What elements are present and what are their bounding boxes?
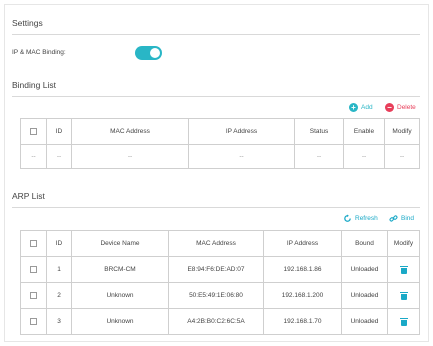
toggle-knob bbox=[150, 48, 160, 58]
delete-button[interactable]: − Delete bbox=[385, 103, 416, 112]
add-label: Add bbox=[361, 104, 373, 111]
header-id: ID bbox=[46, 230, 72, 257]
cell-id: 1 bbox=[46, 256, 72, 283]
empty-cell: -- bbox=[46, 144, 72, 169]
row-select-cell bbox=[20, 308, 47, 335]
link-icon bbox=[389, 215, 398, 222]
empty-cell: -- bbox=[20, 144, 47, 169]
row-select-cell bbox=[20, 256, 47, 283]
select-all-checkbox[interactable] bbox=[30, 239, 37, 247]
modify-cell bbox=[387, 308, 420, 335]
plus-circle-icon: + bbox=[349, 103, 358, 112]
cell-id: 2 bbox=[46, 282, 72, 309]
cell-mac-address: E8:94:F6:DE:AD:07 bbox=[168, 256, 264, 283]
ip-mac-binding-label: IP & MAC Binding: bbox=[12, 49, 66, 56]
settings-title: Settings bbox=[12, 18, 43, 28]
binding-list-header: ID MAC Address IP Address Status Enable … bbox=[20, 118, 420, 145]
settings-divider bbox=[12, 34, 420, 35]
cell-mac-address: 50:E5:49:1E:06:80 bbox=[168, 282, 264, 309]
row-select-cell bbox=[20, 282, 47, 309]
header-modify: Modify bbox=[387, 230, 420, 257]
trash-icon[interactable] bbox=[399, 265, 408, 274]
ip-mac-binding-toggle[interactable] bbox=[135, 46, 162, 60]
refresh-icon bbox=[344, 214, 351, 222]
header-ip-address: IP Address bbox=[263, 230, 342, 257]
cell-bound: Unloaded bbox=[341, 256, 388, 283]
cell-id: 3 bbox=[46, 308, 72, 335]
table-row: 2 Unknown 50:E5:49:1E:06:80 192.168.1.20… bbox=[20, 282, 420, 309]
table-row: 3 Unknown A4:2B:B0:C2:6C:5A 192.168.1.70… bbox=[20, 308, 420, 335]
table-row: 1 BRCM-CM E8:94:F6:DE:AD:07 192.168.1.86… bbox=[20, 256, 420, 283]
table-row: -- -- -- -- -- -- -- bbox=[20, 144, 420, 169]
refresh-button[interactable]: Refresh bbox=[343, 214, 378, 223]
cell-device-name: Unknown bbox=[71, 282, 169, 309]
select-all-cell bbox=[20, 118, 47, 145]
header-status: Status bbox=[294, 118, 344, 145]
binding-list-title: Binding List bbox=[12, 80, 56, 90]
header-device-name: Device Name bbox=[71, 230, 169, 257]
trash-icon[interactable] bbox=[399, 317, 408, 326]
arp-list-table: ID Device Name MAC Address IP Address Bo… bbox=[20, 230, 420, 335]
header-mac-address: MAC Address bbox=[168, 230, 264, 257]
delete-label: Delete bbox=[397, 104, 416, 111]
modify-cell bbox=[387, 282, 420, 309]
row-checkbox[interactable] bbox=[30, 317, 37, 325]
bind-button[interactable]: Bind bbox=[389, 214, 414, 223]
arp-list-header: ID Device Name MAC Address IP Address Bo… bbox=[20, 230, 420, 257]
row-checkbox[interactable] bbox=[30, 291, 37, 299]
select-all-checkbox[interactable] bbox=[30, 127, 37, 135]
bind-label: Bind bbox=[401, 215, 415, 222]
trash-icon[interactable] bbox=[399, 291, 408, 300]
binding-list-divider bbox=[12, 96, 420, 97]
cell-ip-address: 192.168.1.70 bbox=[263, 308, 342, 335]
cell-device-name: BRCM-CM bbox=[71, 256, 169, 283]
cell-bound: Unloaded bbox=[341, 282, 388, 309]
add-button[interactable]: + Add bbox=[349, 103, 373, 112]
cell-ip-address: 192.168.1.200 bbox=[263, 282, 342, 309]
cell-mac-address: A4:2B:B0:C2:6C:5A bbox=[168, 308, 264, 335]
empty-cell: -- bbox=[71, 144, 189, 169]
cell-bound: Unloaded bbox=[341, 308, 388, 335]
select-all-cell bbox=[20, 230, 47, 257]
header-enable: Enable bbox=[343, 118, 385, 145]
minus-circle-icon: − bbox=[385, 103, 394, 112]
header-bound: Bound bbox=[341, 230, 388, 257]
cell-ip-address: 192.168.1.86 bbox=[263, 256, 342, 283]
header-modify: Modify bbox=[384, 118, 420, 145]
empty-cell: -- bbox=[294, 144, 344, 169]
row-checkbox[interactable] bbox=[30, 265, 37, 273]
empty-cell: -- bbox=[343, 144, 385, 169]
settings-panel: Settings IP & MAC Binding: Binding List … bbox=[4, 4, 429, 342]
cell-device-name: Unknown bbox=[71, 308, 169, 335]
arp-list-title: ARP List bbox=[12, 191, 45, 201]
refresh-label: Refresh bbox=[355, 215, 378, 222]
modify-cell bbox=[387, 256, 420, 283]
header-id: ID bbox=[46, 118, 72, 145]
arp-list-divider bbox=[12, 207, 420, 208]
header-mac-address: MAC Address bbox=[71, 118, 189, 145]
binding-list-table: ID MAC Address IP Address Status Enable … bbox=[20, 118, 420, 169]
empty-cell: -- bbox=[384, 144, 420, 169]
header-ip-address: IP Address bbox=[188, 118, 295, 145]
empty-cell: -- bbox=[188, 144, 295, 169]
